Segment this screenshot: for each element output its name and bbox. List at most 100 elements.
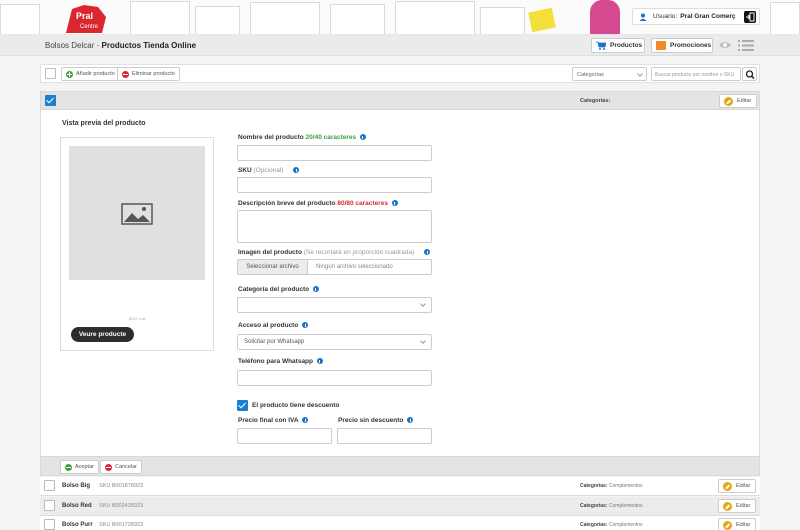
logout-icon <box>746 12 755 22</box>
info-icon[interactable] <box>312 286 319 293</box>
list-view-icon[interactable] <box>738 40 754 51</box>
image-label-text: Imagen del producto <box>238 249 302 256</box>
file-status: Ningún archivo seleccionado <box>316 264 393 270</box>
product-row[interactable]: Bolso Purr SKU B001728923 Categorías: Co… <box>40 516 760 530</box>
add-product-button[interactable]: Añadir producto <box>61 67 120 81</box>
building-illustration <box>770 2 800 34</box>
check-icon <box>65 463 72 471</box>
info-icon[interactable] <box>302 417 309 424</box>
search-placeholder: Buscar producto por nombre o SKU <box>655 72 735 78</box>
no-discount-label-text: Precio sin descuento <box>338 417 404 424</box>
row-checkbox-checked[interactable] <box>45 95 56 106</box>
promotions-label: Promociones <box>670 42 712 49</box>
discount-label: El producto tiene descuento <box>252 402 340 409</box>
product-row[interactable]: Bolso Red SKU B002428923 Categorías: Com… <box>40 497 760 516</box>
breadcrumb: Bolsos Delcar · Productos Tienda Online <box>45 41 196 50</box>
image-hint: (Se recortará en proporción cuadrada) <box>303 249 415 256</box>
search-icon <box>745 70 755 80</box>
building-illustration <box>330 4 385 34</box>
logout-button[interactable] <box>744 11 756 23</box>
pencil-icon <box>723 501 732 511</box>
info-icon[interactable] <box>391 200 398 207</box>
products-button[interactable]: Productos <box>591 38 645 53</box>
category-value: Complementos <box>608 483 643 489</box>
category-filter-select[interactable]: Categorías <box>572 67 647 81</box>
cancel-label: Cancelar <box>115 464 138 470</box>
building-illustration <box>130 1 190 34</box>
edit-button[interactable]: Editar <box>718 499 756 513</box>
product-editor: Vista previa del producto SKU: null Veur… <box>40 110 760 456</box>
category-select[interactable] <box>237 297 432 313</box>
row-checkbox[interactable] <box>44 500 55 511</box>
eye-icon[interactable] <box>718 40 732 50</box>
access-select[interactable]: Solicitar por Whatsapp <box>237 334 432 350</box>
categories-label: Categorías: <box>580 483 608 489</box>
row-checkbox[interactable] <box>44 480 55 491</box>
description-textarea[interactable] <box>237 210 432 243</box>
categories-label: Categorías: <box>580 503 608 509</box>
product-toolbar: Añadir producto Eliminar producto Catego… <box>40 64 760 83</box>
cart-icon <box>596 41 606 50</box>
delete-icon <box>122 70 129 78</box>
final-price-input[interactable] <box>237 428 332 444</box>
accept-button[interactable]: Aceptar <box>60 460 99 474</box>
desc-counter: 80/80 caracteres <box>337 200 388 207</box>
edit-label: Editar <box>736 503 751 509</box>
product-category: Categorías: Complementos <box>580 503 643 509</box>
edit-button[interactable]: Editar <box>718 479 756 493</box>
preview-sku-text: SKU: null <box>128 316 146 321</box>
breadcrumb-parent[interactable]: Bolsos Delcar <box>45 41 94 50</box>
chevron-down-icon <box>637 71 643 77</box>
promotions-button[interactable]: Promociones <box>651 38 713 53</box>
category-filter-value: Categorías <box>577 72 604 78</box>
pencil-icon <box>723 520 732 530</box>
category-value: Complementos <box>608 522 643 528</box>
discount-checkbox[interactable] <box>237 400 248 411</box>
product-sku: SKU B002428923 <box>99 503 144 509</box>
image-placeholder <box>69 146 205 280</box>
edit-button[interactable]: Editar <box>719 94 757 108</box>
image-file-input[interactable]: Seleccionar archivo Ningún archivo selec… <box>237 259 432 275</box>
categories-label: Categorías: <box>580 98 611 104</box>
user-info: Usuario: Pral Gran Comerç <box>632 8 760 25</box>
breadcrumb-current: Productos Tienda Online <box>101 41 197 50</box>
edit-button[interactable]: Editar <box>718 518 756 530</box>
building-illustration <box>480 7 525 34</box>
info-icon[interactable] <box>302 322 309 329</box>
select-all-checkbox[interactable] <box>45 68 56 79</box>
name-field-label: Nombre del producto 20/40 caracteres <box>238 134 366 141</box>
view-product-button[interactable]: Veure producte <box>71 327 134 342</box>
search-button[interactable] <box>742 67 757 81</box>
sku-field-label: SKU (Opcional) <box>238 167 300 174</box>
select-file-button[interactable]: Seleccionar archivo <box>238 260 308 274</box>
info-icon[interactable] <box>293 167 300 174</box>
pencil-icon <box>724 96 733 106</box>
building-illustration <box>395 1 475 34</box>
edit-label: Editar <box>737 98 752 104</box>
product-category: Categorías: Complementos <box>580 522 643 528</box>
info-icon[interactable] <box>424 249 431 256</box>
whatsapp-phone-input[interactable] <box>237 370 432 386</box>
info-icon[interactable] <box>359 134 366 141</box>
product-category: Categorías: Complementos <box>580 483 643 489</box>
product-name: Bolso Big <box>62 483 90 489</box>
image-icon <box>121 203 153 225</box>
categories-label: Categorías: <box>580 522 608 528</box>
access-value: Solicitar por Whatsapp <box>244 339 305 345</box>
cancel-button[interactable]: Cancelar <box>100 460 143 474</box>
category-field-label: Categoría del producto <box>238 286 319 293</box>
row-checkbox[interactable] <box>44 519 55 530</box>
promotion-icon <box>656 41 666 50</box>
phone-field-label: Teléfono para Whatsapp <box>238 358 323 365</box>
breadcrumb-separator: · <box>96 41 100 50</box>
search-input[interactable]: Buscar producto por nombre o SKU <box>651 67 741 81</box>
product-name-input[interactable] <box>237 145 432 161</box>
info-icon[interactable] <box>316 358 323 365</box>
delete-product-button[interactable]: Eliminar producto <box>117 67 180 81</box>
info-icon[interactable] <box>407 417 414 424</box>
no-discount-price-input[interactable] <box>337 428 432 444</box>
product-row[interactable]: Bolso Big SKU B001878923 Categorías: Com… <box>40 477 760 496</box>
shopping-bag-illustration <box>528 7 556 33</box>
access-field-label: Acceso al producto <box>238 322 309 329</box>
sku-input[interactable] <box>237 177 432 193</box>
